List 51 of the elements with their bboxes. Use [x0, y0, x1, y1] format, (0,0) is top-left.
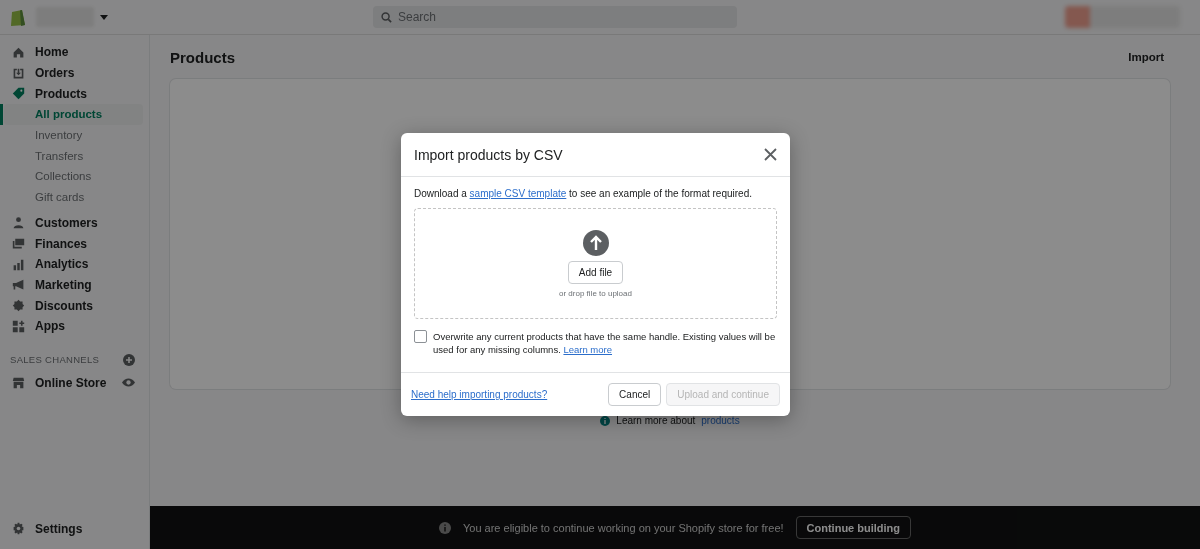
add-file-button[interactable]: Add file — [567, 260, 624, 284]
store-icon — [12, 376, 25, 390]
description-text: Download a sample CSV template to see an example of the format required. — [414, 188, 753, 199]
person-icon — [12, 216, 25, 230]
nav-item[interactable]: Finances — [0, 233, 149, 254]
nav-item[interactable]: Analytics — [0, 253, 149, 275]
continue-button[interactable]: Continue building — [795, 516, 912, 539]
nav-item[interactable]: Apps — [0, 315, 149, 337]
caret-icon[interactable] — [100, 14, 108, 20]
settings-icon — [12, 522, 25, 536]
nav-item[interactable]: Home — [0, 42, 149, 63]
eye-icon[interactable] — [122, 376, 135, 390]
close-icon[interactable] — [764, 148, 777, 161]
search-icon — [381, 11, 392, 23]
nav-item[interactable]: Online Store — [0, 372, 149, 394]
home-icon — [12, 45, 25, 59]
info-icon — [438, 521, 451, 534]
nav-item[interactable]: Orders — [0, 62, 149, 84]
cancel-button[interactable]: Cancel — [608, 383, 662, 406]
dialog-title: Import products by CSV — [414, 146, 563, 163]
nav-item[interactable]: Discounts — [0, 295, 149, 316]
drop-hint: or drop file to upload — [559, 288, 632, 298]
apps-icon — [12, 319, 25, 333]
tag-icon — [12, 87, 25, 101]
products-link[interactable]: products — [701, 415, 740, 426]
nav-item[interactable]: Settings — [0, 518, 149, 539]
page-title: Products — [170, 48, 235, 66]
search-field[interactable]: Search — [373, 6, 737, 28]
orders-icon — [12, 66, 25, 80]
chart-icon — [12, 257, 25, 271]
section-heading: SALES CHANNELS — [10, 354, 100, 366]
template-link[interactable]: sample CSV template — [469, 188, 567, 199]
help-link[interactable]: Need help importing products? — [411, 389, 548, 400]
import-button[interactable]: Import — [1122, 50, 1170, 64]
bag-logo-icon — [10, 7, 26, 27]
nav-item[interactable]: Customers — [0, 212, 149, 234]
banner-message: You are eligible to continue working on your Shopify store for free! — [462, 521, 784, 534]
add-icon[interactable] — [123, 353, 135, 366]
learn-more-text: Learn more about — [616, 415, 696, 426]
drop-zone[interactable]: Add file or drop file to upload — [414, 208, 777, 319]
subnav-item[interactable]: Collections — [0, 166, 143, 187]
subnav-item[interactable]: Transfers — [0, 145, 143, 167]
upload-icon — [582, 229, 609, 256]
subnav-item[interactable]: Gift cards — [0, 186, 143, 208]
learn-more-link[interactable]: Learn more — [563, 344, 612, 355]
nav-item[interactable]: Marketing — [0, 274, 149, 296]
discount-icon — [12, 299, 25, 313]
checkbox-label: Overwrite any current products that have the same handle. Existing values will be used for any missing columns. Learn more — [433, 330, 777, 356]
checkbox[interactable] — [414, 330, 427, 343]
finance-icon — [12, 237, 25, 251]
megaphone-icon — [12, 278, 25, 292]
